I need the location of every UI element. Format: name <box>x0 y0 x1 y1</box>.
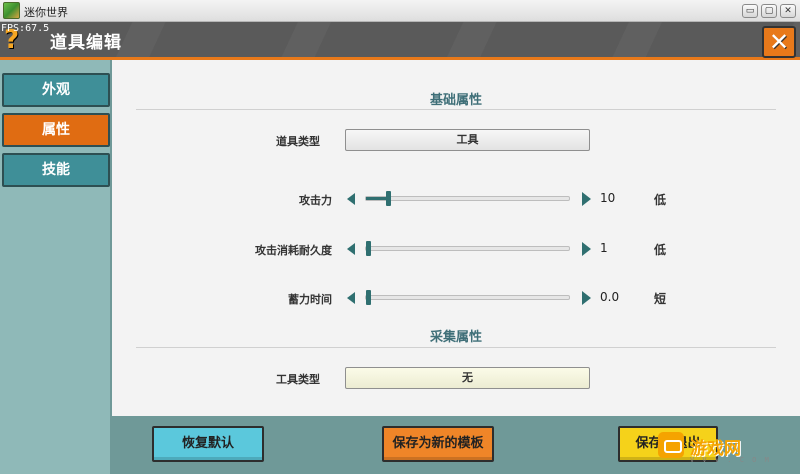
slider-label-attack: 攻击力 <box>299 194 332 207</box>
sidebar: 外观 属性 技能 <box>0 60 112 474</box>
section-divider <box>136 109 776 110</box>
gather-section-title: 采集属性 <box>429 330 482 345</box>
charge-time-slider[interactable] <box>365 290 570 305</box>
section-divider <box>136 347 776 348</box>
basic-section-title: 基础属性 <box>429 93 482 108</box>
item-type-label: 道具类型 <box>276 135 320 148</box>
watermark-subtext: V V V . C O M <box>690 456 771 464</box>
slider-label-charge-time: 蓄力时间 <box>288 293 332 306</box>
decrease-attack-icon[interactable] <box>347 193 355 205</box>
tool-type-label: 工具类型 <box>276 373 320 386</box>
app-window: 迷你世界 ▭ ▢ ✕ ? 道具编辑 FPS:67.5 ✕ 外观 属性 技能 基础… <box>0 0 800 474</box>
window-close-button[interactable]: ✕ <box>780 4 796 18</box>
charge-time-value: 0.0 <box>600 290 620 304</box>
reset-default-button[interactable]: 恢复默认 <box>152 426 264 462</box>
attack-level: 低 <box>654 193 667 207</box>
tab-attributes[interactable]: 属性 <box>2 113 110 147</box>
charge-time-level: 短 <box>654 292 667 306</box>
os-title-bar: 迷你世界 ▭ ▢ ✕ <box>0 0 800 22</box>
watermark: 游戏网 V V V . C O M <box>648 430 800 474</box>
decrease-durability-icon[interactable] <box>347 243 355 255</box>
page-title: 道具编辑 <box>50 33 122 53</box>
item-type-select[interactable]: 工具 <box>345 129 590 151</box>
attributes-panel: 基础属性 道具类型 工具 攻击力 10 低 攻击消耗耐久度 1 低 蓄力时间 0… <box>112 60 800 416</box>
durability-slider-thumb[interactable] <box>366 241 371 256</box>
close-editor-button[interactable]: ✕ <box>762 26 796 58</box>
increase-durability-icon[interactable] <box>582 242 591 256</box>
app-logo-icon <box>3 2 20 19</box>
tab-appearance[interactable]: 外观 <box>2 73 110 107</box>
increase-charge-time-icon[interactable] <box>582 291 591 305</box>
attack-slider[interactable] <box>365 191 570 206</box>
decrease-charge-time-icon[interactable] <box>347 292 355 304</box>
fps-counter: FPS:67.5 <box>1 23 50 34</box>
slider-label-durability: 攻击消耗耐久度 <box>255 244 332 257</box>
window-title: 迷你世界 <box>24 6 68 19</box>
editor-header: ? 道具编辑 <box>0 22 800 60</box>
maximize-button[interactable]: ▢ <box>761 4 777 18</box>
tool-type-select[interactable]: 无 <box>345 367 590 389</box>
durability-level: 低 <box>654 243 667 257</box>
attack-slider-thumb[interactable] <box>386 191 391 206</box>
attack-slider-fill <box>366 197 388 200</box>
charge-time-slider-thumb[interactable] <box>366 290 371 305</box>
minimize-button[interactable]: ▭ <box>742 4 758 18</box>
durability-value: 1 <box>600 241 608 255</box>
save-as-template-button[interactable]: 保存为新的模板 <box>382 426 494 462</box>
gamepad-icon <box>658 432 684 458</box>
durability-slider[interactable] <box>365 241 570 256</box>
attack-value: 10 <box>600 191 616 205</box>
increase-attack-icon[interactable] <box>582 192 591 206</box>
tab-skills[interactable]: 技能 <box>2 153 110 187</box>
